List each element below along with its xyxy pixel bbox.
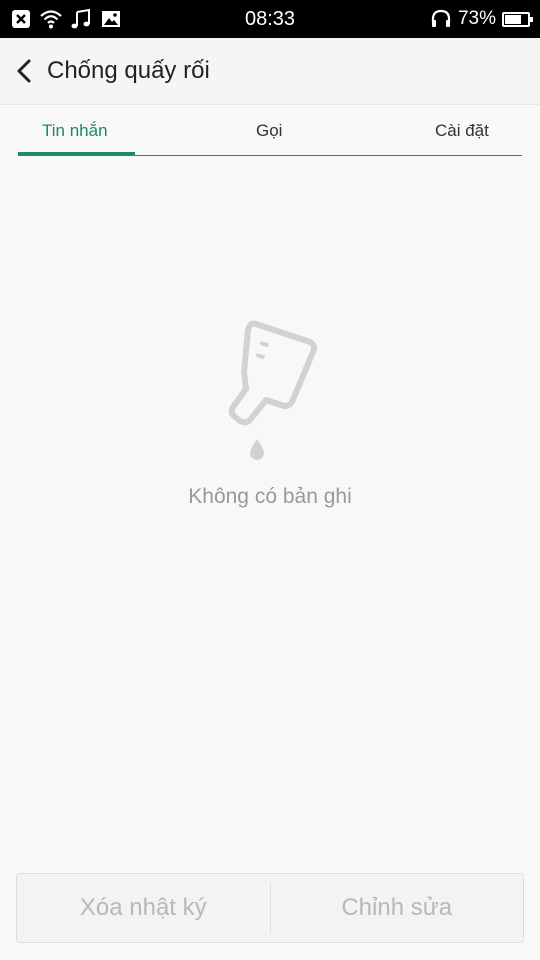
empty-bottle-icon [228, 320, 317, 460]
tab-settings[interactable]: Cài đặt [435, 120, 489, 142]
battery-icon [502, 11, 533, 27]
tab-calls[interactable]: Gọi [256, 120, 282, 142]
back-arrow-icon[interactable] [12, 58, 36, 84]
app-bar: Chống quấy rối [0, 38, 540, 105]
page-title: Chống quấy rối [47, 57, 210, 84]
clear-log-button[interactable]: Xóa nhật ký [17, 874, 270, 942]
tab-indicator [18, 152, 135, 155]
tab-messages[interactable]: Tin nhắn [42, 120, 108, 142]
empty-state-message: Không có bản ghi [188, 485, 352, 508]
battery-fill [505, 14, 522, 24]
status-bar: 08:33 73% [0, 0, 540, 38]
status-icons-right: 73% [430, 8, 533, 30]
tab-bar: Tin nhắn Gọi Cài đặt [18, 110, 522, 156]
battery-percent: 73% [457, 8, 496, 29]
headphones-icon [431, 9, 451, 27]
bottom-action-bar: Xóa nhật ký Chỉnh sửa [16, 873, 524, 943]
edit-button[interactable]: Chỉnh sửa [271, 874, 524, 942]
